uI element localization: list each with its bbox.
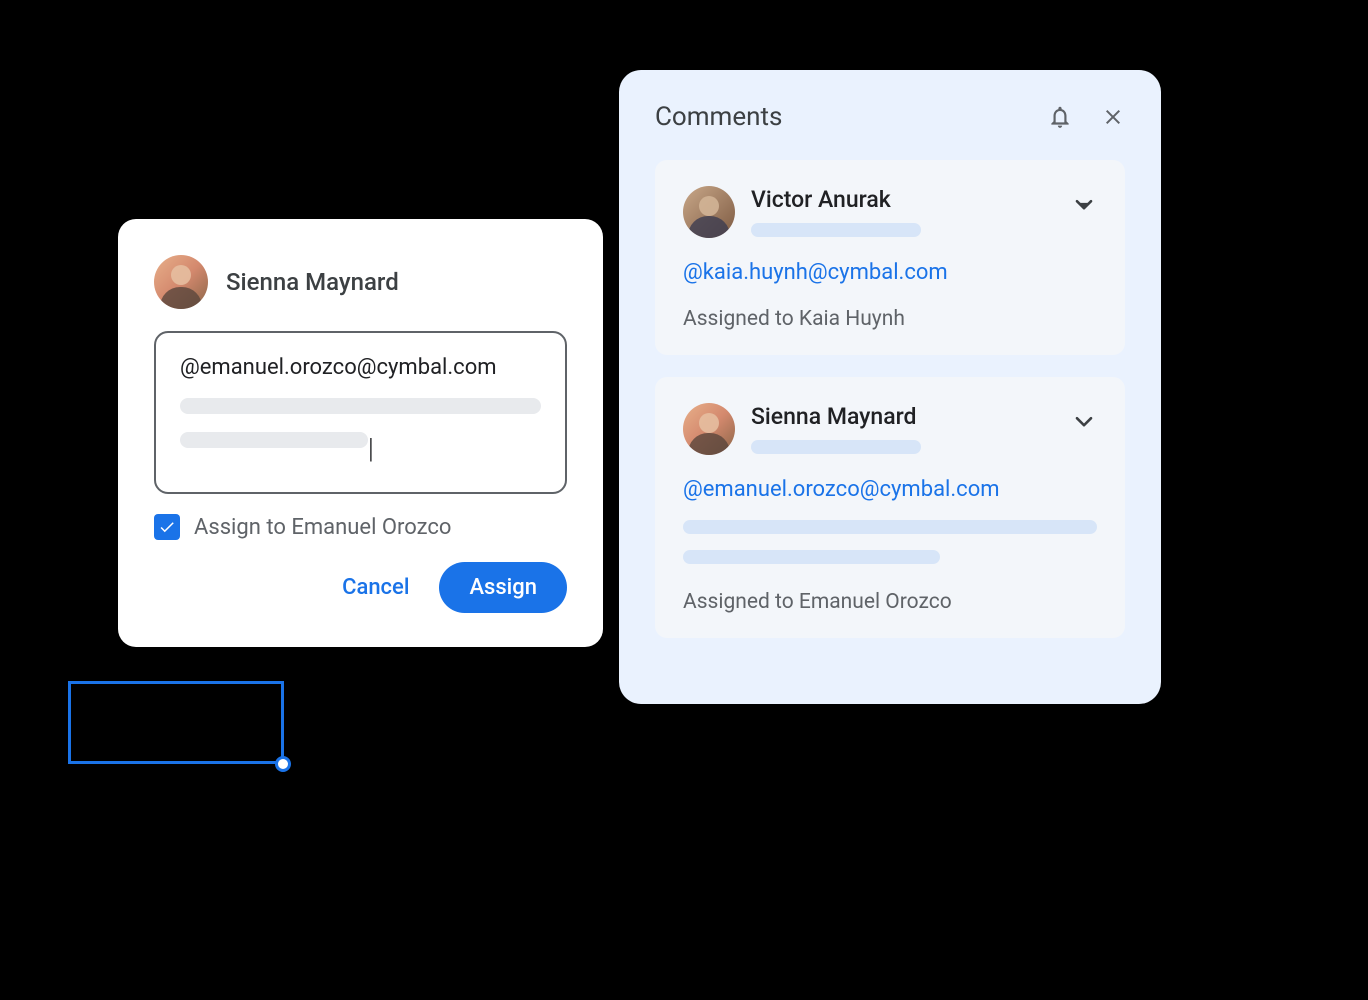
assigned-text: Assigned to Kaia Huynh <box>683 307 1097 331</box>
placeholder-line <box>180 398 541 414</box>
mention-link[interactable]: @emanuel.orozco@cymbal.com <box>683 477 1097 502</box>
avatar <box>154 255 208 309</box>
expand-button[interactable] <box>1071 192 1097 222</box>
assign-checkbox[interactable] <box>154 514 180 540</box>
compose-author-name: Sienna Maynard <box>226 268 399 296</box>
mention-text: @emanuel.orozco@cymbal.com <box>180 355 541 380</box>
avatar <box>683 186 735 238</box>
compose-header: Sienna Maynard <box>154 255 567 309</box>
button-row: Cancel Assign <box>154 562 567 613</box>
placeholder-line <box>683 520 1097 534</box>
compose-comment-card: Sienna Maynard @emanuel.orozco@cymbal.co… <box>118 219 603 647</box>
comment-meta: Sienna Maynard <box>751 403 1055 454</box>
panel-icons <box>1047 104 1125 130</box>
assign-button[interactable]: Assign <box>439 562 567 613</box>
comment-card[interactable]: Victor Anurak @kaia.huynh@cymbal.com Ass… <box>655 160 1125 355</box>
comment-meta: Victor Anurak <box>751 186 1055 237</box>
text-cursor: | <box>368 441 374 457</box>
panel-title: Comments <box>655 102 782 132</box>
bell-icon <box>1047 104 1073 130</box>
selection-handle[interactable] <box>275 756 291 772</box>
assign-label: Assign to Emanuel Orozco <box>194 515 451 540</box>
chevron-down-icon <box>1071 192 1097 218</box>
comment-card[interactable]: Sienna Maynard @emanuel.orozco@cymbal.co… <box>655 377 1125 638</box>
assign-checkbox-row[interactable]: Assign to Emanuel Orozco <box>154 514 567 540</box>
comment-author: Victor Anurak <box>751 186 1055 213</box>
placeholder-line <box>751 440 921 454</box>
mention-link[interactable]: @kaia.huynh@cymbal.com <box>683 260 1097 285</box>
close-icon <box>1101 105 1125 129</box>
check-icon <box>158 518 176 536</box>
notifications-button[interactable] <box>1047 104 1073 130</box>
placeholder-line <box>180 432 368 448</box>
assigned-text: Assigned to Emanuel Orozco <box>683 590 1097 614</box>
avatar <box>683 403 735 455</box>
comment-head: Victor Anurak <box>683 186 1097 238</box>
panel-header: Comments <box>655 102 1125 132</box>
comments-panel: Comments Victor Anurak @kaia.huynh@cymba… <box>619 70 1161 704</box>
placeholder-line <box>751 223 921 237</box>
selection-outline <box>68 681 284 764</box>
chevron-down-icon <box>1071 409 1097 435</box>
cancel-button[interactable]: Cancel <box>320 563 431 612</box>
placeholder-line <box>683 550 940 564</box>
expand-button[interactable] <box>1071 409 1097 439</box>
comment-author: Sienna Maynard <box>751 403 1055 430</box>
close-button[interactable] <box>1101 105 1125 129</box>
comment-input[interactable]: @emanuel.orozco@cymbal.com | <box>154 331 567 494</box>
comment-head: Sienna Maynard <box>683 403 1097 455</box>
